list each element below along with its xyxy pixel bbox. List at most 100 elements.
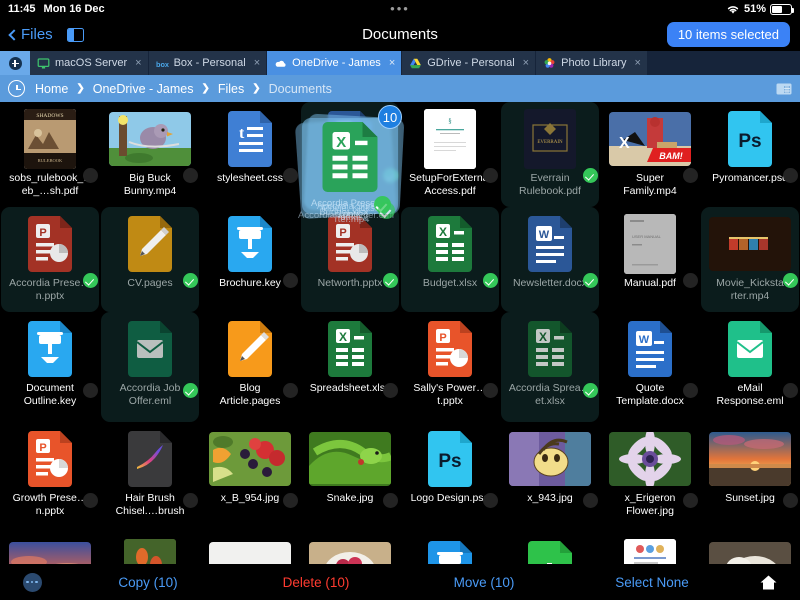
file-item[interactable]: Snake.jpg xyxy=(300,422,400,532)
selection-badge[interactable] xyxy=(183,383,198,398)
back-button[interactable]: Files xyxy=(8,26,53,43)
file-item[interactable]: X Spreadsheet.xlsx xyxy=(300,312,400,422)
more-options-icon[interactable] xyxy=(0,572,64,592)
file-item[interactable]: Brochure.key xyxy=(200,207,300,312)
selection-badge[interactable] xyxy=(583,273,598,288)
file-item[interactable]: Sunset.jpg xyxy=(700,422,800,532)
file-item[interactable]: x_Erigeron Flower.jpg xyxy=(600,422,700,532)
selection-badge[interactable] xyxy=(483,493,498,508)
file-item[interactable]: W Newsletter.docx xyxy=(500,207,600,312)
tab-onedrive-james[interactable]: OneDrive - James × xyxy=(267,51,403,75)
file-item[interactable]: Movie_Kicksta rter.mp4 xyxy=(700,207,800,312)
selection-badge[interactable] xyxy=(783,383,798,398)
selection-badge[interactable] xyxy=(483,168,498,183)
selection-badge[interactable] xyxy=(383,383,398,398)
delete-button[interactable]: Delete (10) xyxy=(232,575,400,590)
file-item[interactable]: P Sally's Power…t.pptx xyxy=(400,312,500,422)
selection-count-button[interactable]: 10 items selected xyxy=(666,22,790,47)
file-name: Accordia Sprea…et.xlsx xyxy=(508,382,592,407)
sidebar-toggle-icon[interactable] xyxy=(66,27,84,42)
file-item[interactable]: P Accordia Prese…n.pptx xyxy=(0,207,100,312)
selection-badge[interactable] xyxy=(783,273,798,288)
selection-badge[interactable] xyxy=(83,273,98,288)
file-item[interactable]: X Accordia Sprea…et.xlsx xyxy=(500,312,600,422)
file-item[interactable]: CV.pages xyxy=(100,207,200,312)
file-item[interactable]: Ps Pyromancer.psd xyxy=(700,102,800,207)
file-item[interactable]: SHADOWS RULEBOOK sobs_rulebook_web_…sh.pd… xyxy=(0,102,100,207)
file-item[interactable]: Blog Article.pages xyxy=(200,312,300,422)
pdf-document-thumbnail: § xyxy=(424,109,476,169)
svg-text:§: § xyxy=(448,117,452,125)
selection-badge[interactable] xyxy=(283,493,298,508)
file-item[interactable]: x_B_954.jpg xyxy=(200,422,300,532)
file-item[interactable]: t stylesheet.css xyxy=(200,102,300,207)
file-item[interactable]: X Budget.xlsx xyxy=(400,207,500,312)
tab-gdrive-personal[interactable]: GDrive - Personal × xyxy=(402,51,537,75)
selection-badge[interactable] xyxy=(483,383,498,398)
add-tab-button[interactable] xyxy=(0,51,30,75)
status-bar-left: 11:45 Mon 16 Dec xyxy=(8,3,105,15)
selection-badge[interactable] xyxy=(783,493,798,508)
file-item[interactable]: eMail Response.eml xyxy=(700,312,800,422)
file-item[interactable]: W Quote Template.docx xyxy=(600,312,700,422)
selection-badge[interactable] xyxy=(83,383,98,398)
move-button[interactable]: Move (10) xyxy=(400,575,568,590)
clock-history-icon[interactable] xyxy=(8,80,25,97)
file-item[interactable]: Ps Logo Design.psd xyxy=(400,422,500,532)
breadcrumb-item-files[interactable]: Files xyxy=(218,82,244,96)
close-icon[interactable]: × xyxy=(635,57,641,69)
selection-badge[interactable] xyxy=(383,273,398,288)
selection-badge[interactable] xyxy=(383,493,398,508)
selection-badge[interactable] xyxy=(283,273,298,288)
file-item[interactable]: P Growth Prese…n.pptx xyxy=(0,422,100,532)
close-icon[interactable]: × xyxy=(254,57,260,69)
file-item[interactable]: Accordia Job Offer.eml xyxy=(100,312,200,422)
view-options-icon[interactable] xyxy=(776,82,792,96)
file-item[interactable]: USER MANUAL Manual.pdf xyxy=(600,207,700,312)
file-item[interactable]: § SetupForExternalAccess.pdf xyxy=(400,102,500,207)
tab-photo-library[interactable]: Photo Library × xyxy=(536,51,648,75)
select-none-button[interactable]: Select None xyxy=(568,575,736,590)
file-item[interactable]: x_943.jpg xyxy=(500,422,600,532)
selection-badge[interactable] xyxy=(683,168,698,183)
file-grid-row: SHADOWS RULEBOOK sobs_rulebook_web_…sh.pd… xyxy=(0,102,800,207)
selection-badge[interactable] xyxy=(683,273,698,288)
selection-badge[interactable] xyxy=(783,168,798,183)
file-item[interactable]: W Letter.docx xyxy=(300,102,400,207)
breadcrumb-item-documents[interactable]: Documents xyxy=(269,82,332,96)
close-icon[interactable]: × xyxy=(135,57,141,69)
selection-badge[interactable] xyxy=(583,168,598,183)
selection-badge[interactable] xyxy=(683,493,698,508)
close-icon[interactable]: × xyxy=(523,57,529,69)
home-icon[interactable] xyxy=(736,575,800,590)
close-icon[interactable]: × xyxy=(389,57,395,69)
powerpoint-file-icon-orange: P xyxy=(428,319,472,379)
file-item[interactable]: EVERRAIN Everrain Rulebook.pdf xyxy=(500,102,600,207)
selection-badge[interactable] xyxy=(283,383,298,398)
selection-badge[interactable] xyxy=(483,273,498,288)
file-name: x_943.jpg xyxy=(527,492,573,504)
selection-badge[interactable] xyxy=(83,493,98,508)
selection-badge[interactable] xyxy=(583,383,598,398)
selection-badge[interactable] xyxy=(583,493,598,508)
selection-badge[interactable] xyxy=(283,168,298,183)
tab-macos-server[interactable]: macOS Server × xyxy=(30,51,149,75)
breadcrumb-item-onedrive[interactable]: OneDrive - James xyxy=(93,82,194,96)
selection-badge[interactable] xyxy=(183,168,198,183)
file-item[interactable]: X BAM! Super Family.mp4 xyxy=(600,102,700,207)
svg-text:USER MANUAL: USER MANUAL xyxy=(632,234,662,239)
file-item[interactable]: Big Buck Bunny.mp4 xyxy=(100,102,200,207)
file-item[interactable]: Hair Brush Chisel.…brush xyxy=(100,422,200,532)
file-item[interactable]: P Networth.pptx xyxy=(300,207,400,312)
battery-percent: 51% xyxy=(743,3,766,15)
file-item[interactable]: Document Outline.key xyxy=(0,312,100,422)
selection-badge[interactable] xyxy=(183,493,198,508)
breadcrumb-item-home[interactable]: Home xyxy=(35,82,68,96)
tab-box-personal[interactable]: box Box - Personal × xyxy=(148,51,268,75)
selection-badge[interactable] xyxy=(183,273,198,288)
copy-button[interactable]: Copy (10) xyxy=(64,575,232,590)
selection-badge[interactable] xyxy=(383,168,398,183)
selection-badge[interactable] xyxy=(683,383,698,398)
wifi-icon xyxy=(726,4,740,15)
selection-badge[interactable] xyxy=(83,168,98,183)
